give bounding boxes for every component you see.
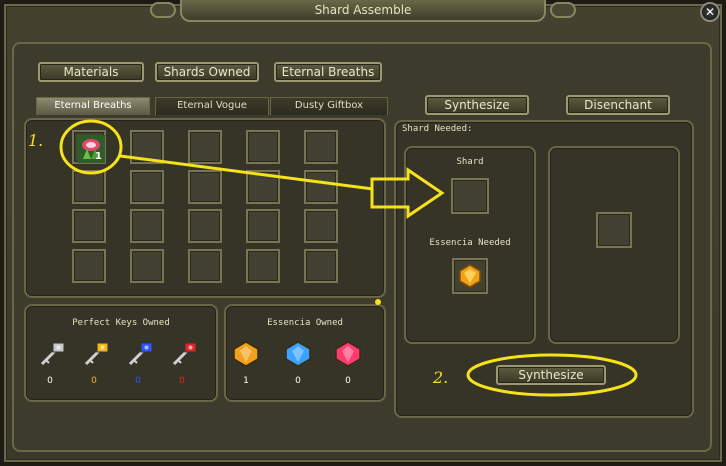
step1-arrow — [370, 167, 445, 219]
step1-number: 1. — [28, 131, 44, 150]
annotation-dot — [375, 299, 381, 305]
tutorial-annotation-overlay — [59, 119, 638, 397]
step1-connector — [119, 154, 374, 191]
step1-highlight — [59, 119, 123, 175]
step2-highlight — [466, 353, 638, 397]
step2-number: 2. — [433, 368, 449, 387]
